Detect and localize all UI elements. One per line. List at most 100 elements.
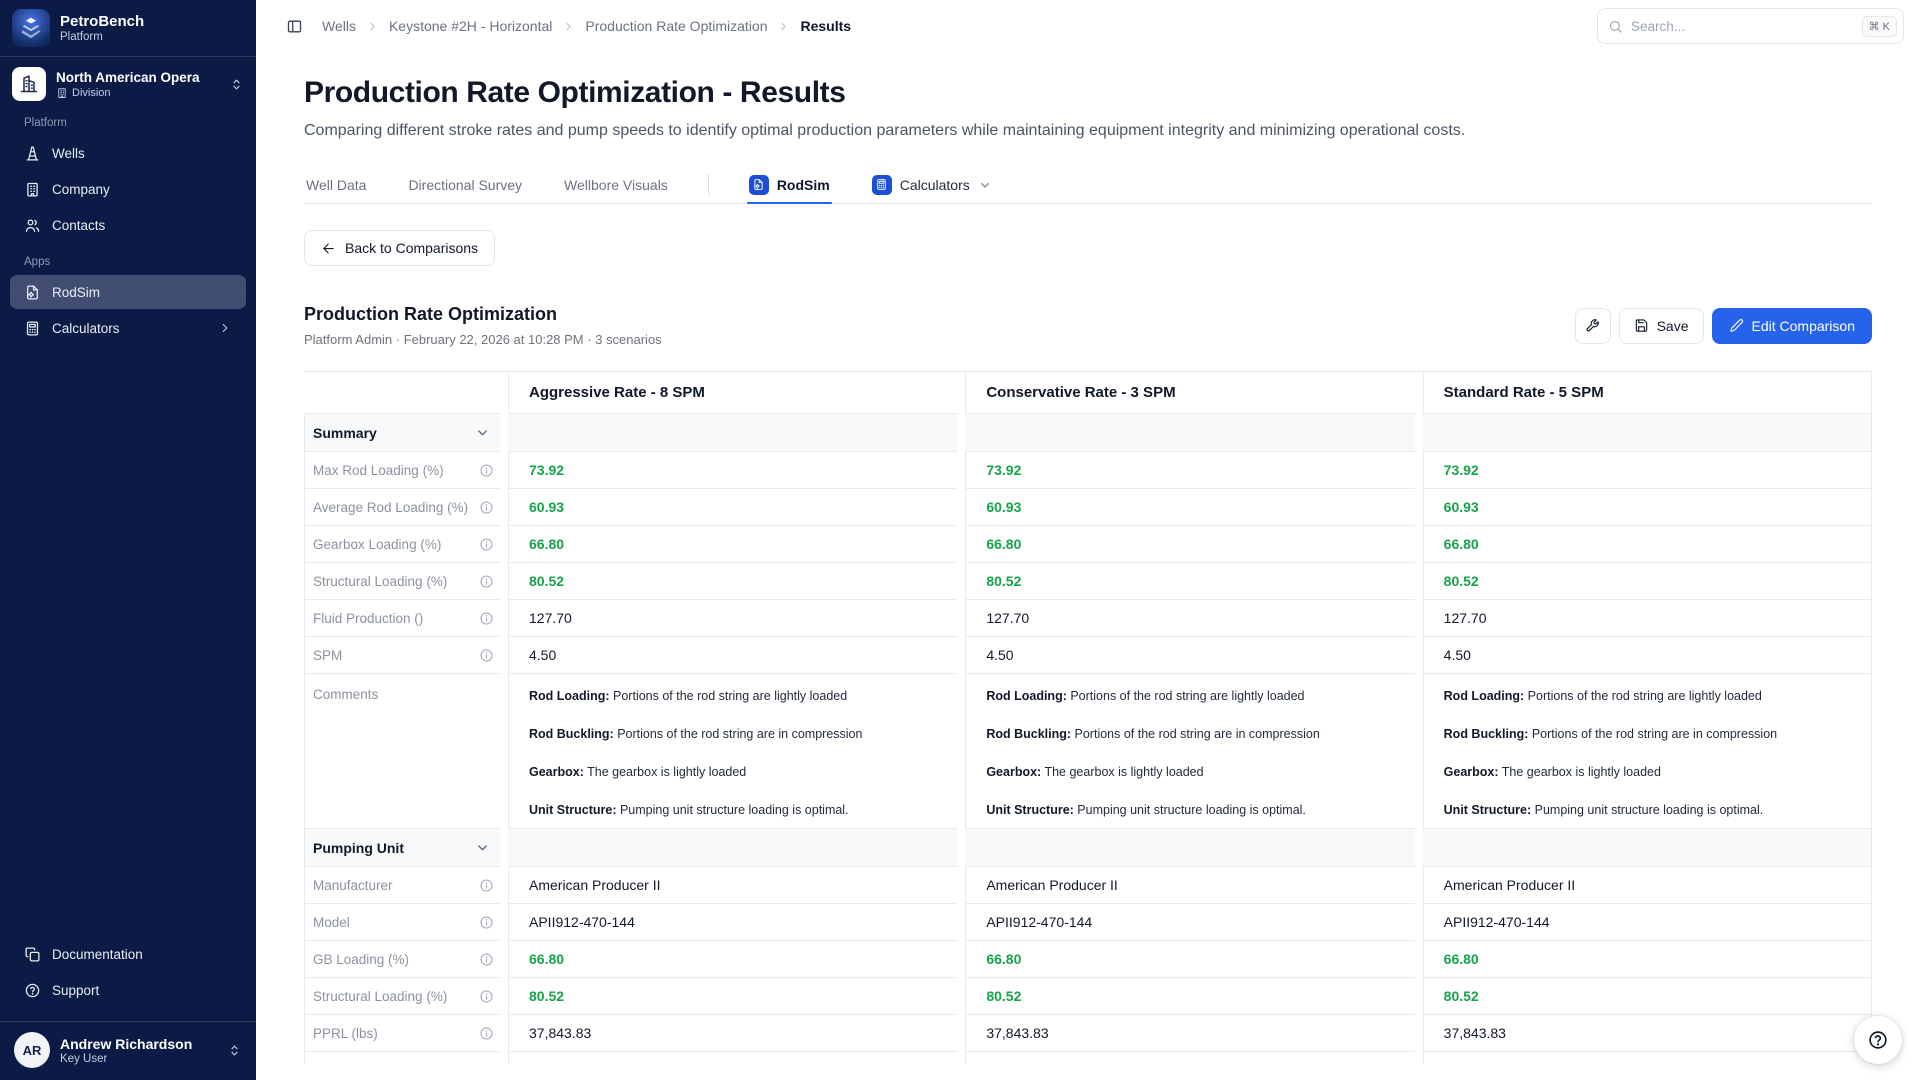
sidebar-item-wells[interactable]: Wells xyxy=(10,136,246,170)
help-button[interactable] xyxy=(1854,1016,1902,1064)
sidebar-item-contacts[interactable]: Contacts xyxy=(10,208,246,242)
info-icon[interactable] xyxy=(479,537,494,552)
topbar: Wells Keystone #2H - Horizontal Production… xyxy=(256,0,1920,52)
breadcrumb-item-production-rate-optimization[interactable]: Production Rate Optimization xyxy=(585,18,767,34)
row-label: Manufacturer xyxy=(313,878,393,893)
info-icon[interactable] xyxy=(479,611,494,626)
comments-cell: Rod Loading: Portions of the rod string … xyxy=(965,674,1414,829)
table-row-average-rod-loading: Average Rod Loading (%) 60.9360.9360.93 xyxy=(304,489,1872,526)
value-cell: 73.92 xyxy=(1423,452,1872,489)
tab-label: Directional Survey xyxy=(408,177,522,193)
sidebar-toggle-button[interactable] xyxy=(280,12,308,40)
section-row-summary: Summary xyxy=(304,414,1872,452)
info-icon[interactable] xyxy=(479,463,494,478)
sidebar-footer: Documentation Support xyxy=(0,937,256,1013)
row-label-cell: GB Loading (%) xyxy=(304,941,500,978)
breadcrumb-item-keystone-2h-horizontal[interactable]: Keystone #2H - Horizontal xyxy=(389,18,552,34)
tab-label: RodSim xyxy=(777,177,830,193)
chevron-down-icon xyxy=(475,425,490,440)
row-label: SPM xyxy=(313,648,342,663)
value-cell: 60.93 xyxy=(508,489,957,526)
table-row-structural-loading: Structural Loading (%) 80.5280.5280.52 xyxy=(304,978,1872,1015)
row-label-cell: Structural Loading (%) xyxy=(304,978,500,1015)
tab-directional-survey[interactable]: Directional Survey xyxy=(406,166,524,203)
nav-section-label: Platform xyxy=(10,105,246,136)
org-building-icon xyxy=(12,67,46,101)
breadcrumb-item-wells[interactable]: Wells xyxy=(322,18,356,34)
value-cell: 37,843.83 xyxy=(508,1015,957,1052)
sidebar: PetroBench Platform North American Opera… xyxy=(0,0,256,1080)
value-cell: 66.80 xyxy=(508,941,957,978)
sidebar-item-documentation[interactable]: Documentation xyxy=(10,937,246,971)
sidebar-item-company[interactable]: Company xyxy=(10,172,246,206)
sidebar-item-calculators[interactable]: Calculators xyxy=(10,311,246,345)
info-icon[interactable] xyxy=(479,648,494,663)
comment-line: Rod Buckling: Portions of the rod string… xyxy=(1444,726,1777,743)
row-label: Model xyxy=(313,915,350,930)
info-icon[interactable] xyxy=(479,915,494,930)
help-icon xyxy=(1867,1029,1889,1051)
panel-left-icon xyxy=(286,18,303,35)
tab-well-data[interactable]: Well Data xyxy=(304,166,368,203)
info-icon[interactable] xyxy=(479,574,494,589)
value-cell: APII912-470-144 xyxy=(508,904,957,941)
row-label: Max Rod Loading (%) xyxy=(313,463,444,478)
value-cell: 80.52 xyxy=(965,978,1414,1015)
tab-wellbore-visuals[interactable]: Wellbore Visuals xyxy=(562,166,670,203)
info-icon[interactable] xyxy=(479,500,494,515)
sidebar-item-label: Wells xyxy=(52,146,85,161)
comparison-table: Aggressive Rate - 8 SPMConservative Rate… xyxy=(304,372,1872,1064)
sidebar-item-rodsim[interactable]: RodSim xyxy=(10,275,246,309)
chevron-right-icon xyxy=(777,20,790,33)
org-switcher[interactable]: North American Opera Division xyxy=(12,67,244,101)
derrick-icon xyxy=(24,145,41,162)
sidebar-item-support[interactable]: Support xyxy=(10,973,246,1007)
avatar: AR xyxy=(14,1032,50,1068)
info-icon[interactable] xyxy=(479,1026,494,1041)
comparison-header: Production Rate Optimization Platform Ad… xyxy=(304,304,1872,347)
user-menu[interactable]: AR Andrew Richardson Key User xyxy=(0,1021,256,1080)
brand: PetroBench Platform xyxy=(0,0,256,56)
search-input[interactable] xyxy=(1631,19,1854,34)
comparison-title: Production Rate Optimization xyxy=(304,304,662,325)
search-box[interactable]: ⌘ K xyxy=(1597,8,1904,44)
info-icon[interactable] xyxy=(479,989,494,1004)
value-cell: 127.70 xyxy=(508,600,957,637)
row-label-cell: Comments xyxy=(304,674,500,829)
table-row-model: Model APII912-470-144APII912-470-144APII… xyxy=(304,904,1872,941)
table-row-gearbox-loading: Gearbox Loading (%) 66.8066.8066.80 xyxy=(304,526,1872,563)
value-cell: American Producer II xyxy=(965,867,1414,904)
sidebar-divider xyxy=(0,56,256,57)
value-cell: American Producer II xyxy=(1423,867,1872,904)
edit-comparison-label: Edit Comparison xyxy=(1752,318,1856,334)
tab-calculators[interactable]: Calculators xyxy=(870,166,994,203)
tools-button[interactable] xyxy=(1575,308,1611,344)
row-label-cell: Structural Loading (%) xyxy=(304,563,500,600)
save-button[interactable]: Save xyxy=(1619,308,1704,344)
sidebar-item-label: Contacts xyxy=(52,218,105,233)
value-cell: 66.80 xyxy=(1423,526,1872,563)
info-icon[interactable] xyxy=(479,952,494,967)
row-label-cell: SPM xyxy=(304,637,500,674)
value-cell: 80.52 xyxy=(1423,563,1872,600)
copy-icon xyxy=(24,946,41,963)
section-title-cell[interactable]: Pumping Unit xyxy=(304,829,500,867)
comment-line: Gearbox: The gearbox is lightly loaded xyxy=(986,764,1319,781)
tab-rodsim[interactable]: RodSim xyxy=(747,166,832,203)
org-name: North American Opera xyxy=(56,70,219,85)
value-cell: 73.92 xyxy=(965,452,1414,489)
back-to-comparisons-button[interactable]: Back to Comparisons xyxy=(304,230,495,266)
comparison-meta: Platform Admin · February 22, 2026 at 10… xyxy=(304,332,662,347)
chevron-right-icon xyxy=(366,20,379,33)
edit-comparison-button[interactable]: Edit Comparison xyxy=(1712,308,1873,344)
section-title-cell[interactable]: Summary xyxy=(304,414,500,452)
chevrons-up-down-icon xyxy=(229,77,244,92)
arrow-left-icon xyxy=(321,241,336,256)
value-cell: 66.80 xyxy=(1423,941,1872,978)
page-subtitle: Comparing different stroke rates and pum… xyxy=(304,122,1872,140)
comment-line: Unit Structure: Pumping unit structure l… xyxy=(1444,802,1777,819)
save-label: Save xyxy=(1657,318,1689,334)
table-row-structural-loading: Structural Loading (%) 80.5280.5280.52 xyxy=(304,563,1872,600)
nav-section-label: Apps xyxy=(10,244,246,275)
info-icon[interactable] xyxy=(479,878,494,893)
